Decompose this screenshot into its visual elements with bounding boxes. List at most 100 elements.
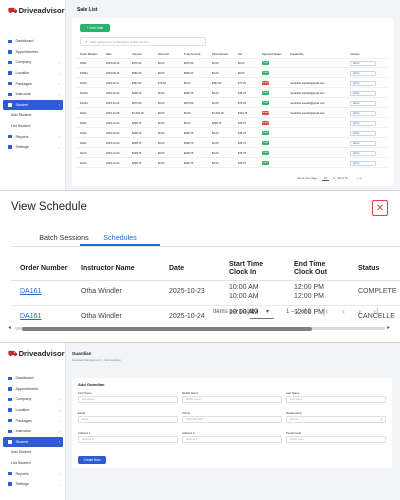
sidebar-item-list-student[interactable]: List Student [3, 121, 63, 132]
tab-schedules[interactable]: Schedules [80, 233, 160, 242]
action-button[interactable]: action [350, 80, 376, 86]
sidebar-item-packages[interactable]: Packages › [3, 78, 63, 89]
sidebar-item-label: Instructor [15, 92, 31, 97]
sidebar-item-appointments[interactable]: Appointments [3, 384, 63, 395]
search-icon: ⌕ [85, 39, 88, 44]
table-cell: 2025-10-30 [106, 122, 120, 125]
page-title: Sale List [77, 7, 98, 13]
sidebar-item-add-student[interactable]: Add Student [3, 447, 63, 458]
table-cell: $0.00 [158, 102, 165, 105]
address-2-field[interactable]: Address 2 [182, 436, 282, 443]
status-badge: Paid [262, 91, 269, 95]
sidebar-item-settings[interactable]: Settings › [3, 479, 63, 490]
postal-code-field[interactable]: Postal Code [286, 436, 386, 443]
sidebar-item-instructor[interactable]: Instructor › [3, 426, 63, 437]
sidebar-item-appointments[interactable]: Appointments [3, 47, 63, 58]
sidebar-item-company[interactable]: Company › [3, 57, 63, 68]
email-label: Email [78, 411, 85, 415]
table-cell: $0.00 [158, 132, 165, 135]
field-placeholder: Parents [290, 418, 299, 421]
sidebar-item-label: Packages [15, 418, 32, 423]
prev-page-icon[interactable]: ‹ [342, 306, 345, 316]
page-nav-buttons[interactable]: ‹ › |› [357, 176, 362, 180]
field-placeholder: Last Name [290, 398, 303, 401]
sidebar-item-packages[interactable]: Packages › [3, 415, 63, 426]
instructor-icon [8, 429, 12, 434]
chevron-down-icon: ▾ [380, 418, 382, 421]
action-button[interactable]: action [350, 100, 376, 106]
table-cell: nivethitha.caradal@gmail.com [290, 92, 325, 95]
sidebar-item-label: Appointments [15, 386, 39, 391]
order-link[interactable]: DA161 [20, 287, 41, 296]
action-button[interactable]: action [350, 160, 376, 166]
next-page-icon[interactable]: › [358, 306, 361, 316]
chevron-right-icon: › [58, 81, 60, 87]
sidebar-item-student[interactable]: Student › [3, 436, 63, 448]
table-cell: $45.75 [238, 132, 246, 135]
chevron-right-icon: › [58, 481, 60, 487]
table-cell: $0.00 [212, 152, 219, 155]
first-name-field[interactable]: First Name [78, 396, 178, 403]
sidebar-item-label: Reports [15, 471, 29, 476]
sidebar-item-list-student[interactable]: List Student [3, 458, 63, 469]
table-row: DA04 2025-10-30 $608.75 $0.00 $608.75 $0.00 $4… [76, 129, 390, 138]
action-button[interactable]: action [350, 110, 376, 116]
sidebar-item-reports[interactable]: Reports › [3, 468, 63, 479]
chevron-right-icon: › [58, 134, 60, 140]
table-cell: $0.00 [212, 142, 219, 145]
action-button[interactable]: action [350, 120, 376, 126]
relationship-field[interactable]: Parents ▾ [286, 416, 386, 423]
last-name-field[interactable]: Last Name [286, 396, 386, 403]
first-page-icon[interactable]: |‹ [323, 306, 328, 316]
order-link[interactable]: DA161 [20, 312, 41, 321]
sidebar-item-label: Appointments [15, 49, 39, 54]
table-cell: $387.00 [212, 82, 222, 85]
table-cell: DA02 [80, 142, 87, 145]
email-field[interactable]: Email [78, 416, 178, 423]
table-cell: DA03 [80, 122, 87, 125]
sidebar-item-dashboard[interactable]: Dashboard [3, 36, 63, 47]
sidebar-nav: Dashboard Appointments Company › Location › Pa… [3, 36, 63, 153]
sidebar-item-label: Add Student [11, 450, 32, 455]
search-input[interactable]: ⌕ Start typing here, 3 characters to fil… [80, 37, 206, 46]
table-row: DA02 2025-10-28 $1,503.78 $0.00 $0.00 $1,503.… [76, 109, 390, 118]
address-1-field[interactable]: Address 1 [78, 436, 178, 443]
header-divider [11, 280, 400, 281]
scroll-left-icon[interactable]: ◂ [8, 324, 11, 331]
table-cell: 2025-10-30 [106, 132, 120, 135]
sidebar-item-company[interactable]: Company › [3, 394, 63, 405]
scrollbar-thumb[interactable] [22, 326, 312, 331]
sidebar-item-reports[interactable]: Reports › [3, 131, 63, 142]
action-button[interactable]: action [350, 130, 376, 136]
sidebar-item-instructor[interactable]: Instructor › [3, 89, 63, 100]
phone-field[interactable]: (555) 000-0000 [182, 416, 282, 423]
action-button[interactable]: action [350, 70, 376, 76]
action-button[interactable]: action [350, 140, 376, 146]
page-title: Guardian [72, 351, 92, 356]
chevron-right-icon: › [58, 471, 60, 477]
middle-name-field[interactable]: Middle Name [182, 396, 282, 403]
scroll-right-icon[interactable]: ▸ [387, 324, 390, 331]
sidebar-item-settings[interactable]: Settings › [3, 142, 63, 153]
phone-label: Phone [182, 411, 191, 415]
create-now-button[interactable]: Create Now [78, 456, 106, 464]
action-button[interactable]: action [350, 150, 376, 156]
sidebar-item-dashboard[interactable]: Dashboard [3, 373, 63, 384]
table-cell: 2025-08-16 [106, 62, 120, 65]
sidebar-item-location[interactable]: Location › [3, 405, 63, 416]
search-placeholder: Start typing here, 3 characters to filte… [90, 39, 148, 44]
chevron-down-icon[interactable]: ▾ [266, 308, 269, 315]
first-name-label: First Name [78, 391, 92, 395]
settings-icon [8, 482, 12, 486]
sidebar-item-add-student[interactable]: Add Student [3, 110, 63, 121]
action-button[interactable]: action [350, 90, 376, 96]
items-per-page-select[interactable]: 10 [321, 176, 330, 181]
close-button[interactable]: ✕ [372, 200, 388, 216]
add-sale-button[interactable]: + Add Sale [80, 24, 110, 32]
sidebar-item-student[interactable]: Student › [3, 99, 63, 111]
sidebar-item-location[interactable]: Location › [3, 68, 63, 79]
address-2-label: Address 2 [182, 431, 195, 435]
last-page-icon[interactable]: ›| [373, 306, 378, 316]
action-button[interactable]: action [350, 60, 376, 66]
items-per-page-select[interactable]: 10 [251, 309, 258, 315]
